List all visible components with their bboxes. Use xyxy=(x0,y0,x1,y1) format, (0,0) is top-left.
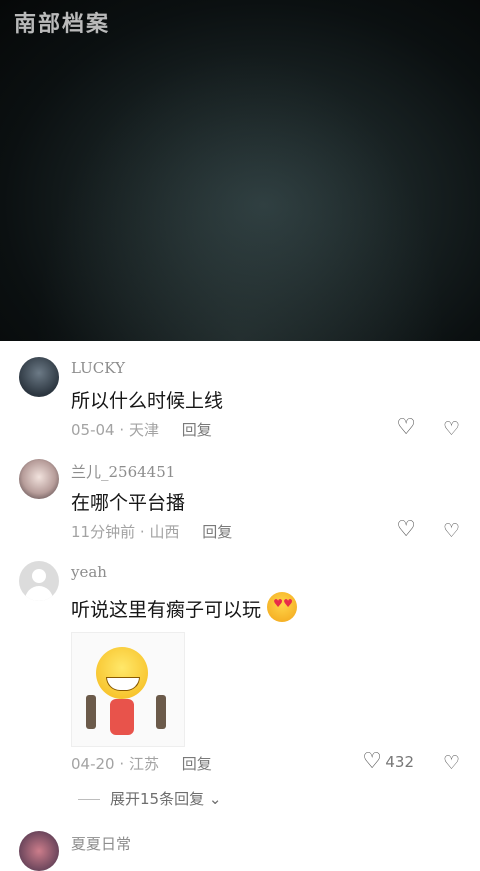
chevron-down-icon: ⌄ xyxy=(204,790,222,808)
expand-divider xyxy=(78,799,100,800)
default-avatar-head xyxy=(32,569,46,583)
comment-text: 所以什么时候上线 xyxy=(71,390,224,412)
comment-location: 天津 xyxy=(128,421,159,439)
dislike-icon[interactable]: ♡ xyxy=(443,418,460,440)
username[interactable]: 夏夏日常 xyxy=(71,833,131,854)
comment-date: 05-04 xyxy=(71,421,115,439)
expand-replies-label: 展开15条回复 xyxy=(110,790,205,808)
comment-text: 在哪个平台播 xyxy=(71,492,186,514)
meta-separator: · xyxy=(139,523,145,541)
username[interactable]: yeah xyxy=(71,563,107,581)
video-player[interactable]: 南部档案 xyxy=(0,0,480,341)
heart-eyes-emoji-icon xyxy=(267,592,298,622)
reply-button[interactable]: 回复 xyxy=(202,523,232,541)
video-frame xyxy=(0,0,480,341)
avatar[interactable] xyxy=(19,459,59,499)
video-watermark: 南部档案 xyxy=(14,11,111,37)
comment-meta: 11分钟前 · 山西 回复 xyxy=(71,521,232,542)
comment-text: 听说这里有瘸子可以玩 xyxy=(71,592,298,622)
meta-separator: · xyxy=(119,421,125,439)
comment-sticker-image[interactable] xyxy=(71,632,185,747)
username[interactable]: LUCKY xyxy=(71,359,125,377)
like-icon[interactable]: ♡ xyxy=(362,749,382,774)
like-icon[interactable]: ♡ xyxy=(396,415,416,440)
sticker-body xyxy=(110,699,134,735)
like-icon[interactable]: ♡ xyxy=(396,517,416,542)
dislike-icon[interactable]: ♡ xyxy=(443,752,460,774)
comment-meta: 04-20 · 江苏 回复 xyxy=(71,753,212,774)
username[interactable]: 兰儿_2564451 xyxy=(71,461,175,482)
comment-meta: 05-04 · 天津 回复 xyxy=(71,419,212,440)
avatar[interactable] xyxy=(19,357,59,397)
reply-button[interactable]: 回复 xyxy=(182,755,212,773)
comment-date: 11分钟前 xyxy=(71,523,136,541)
like-count: 432 xyxy=(385,753,414,771)
avatar[interactable] xyxy=(19,561,59,601)
default-avatar-body xyxy=(25,586,53,601)
reply-button[interactable]: 回复 xyxy=(182,421,212,439)
avatar[interactable] xyxy=(19,831,59,871)
comment-location: 山西 xyxy=(149,523,180,541)
comment-date: 04-20 xyxy=(71,755,115,773)
expand-replies-button[interactable]: 展开15条回复 ⌄ xyxy=(78,788,221,809)
sticker-bottle-left xyxy=(86,695,96,729)
comment-text-content: 听说这里有瘸子可以玩 xyxy=(71,599,262,621)
sticker-face xyxy=(96,647,148,699)
sticker-bottle-right xyxy=(156,695,166,729)
dislike-icon[interactable]: ♡ xyxy=(443,520,460,542)
comment-location: 江苏 xyxy=(128,755,159,773)
meta-separator: · xyxy=(119,755,125,773)
